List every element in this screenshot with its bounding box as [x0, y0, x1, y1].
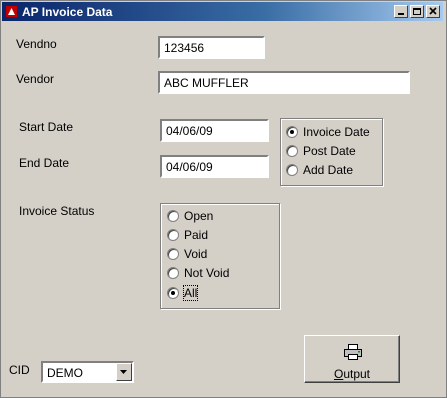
end-date-label: End Date: [19, 156, 70, 170]
output-button[interactable]: Output: [304, 335, 400, 383]
maximize-icon: [413, 8, 421, 15]
radio-button[interactable]: [286, 164, 298, 176]
cid-value: DEMO: [47, 366, 83, 380]
radio-status-paid[interactable]: Paid: [167, 227, 208, 243]
close-button[interactable]: [426, 5, 440, 18]
app-icon: [6, 6, 17, 17]
date-type-group: Invoice Date Post Date Add Date: [280, 118, 383, 186]
radio-button-selected[interactable]: [167, 287, 179, 299]
minimize-button[interactable]: [394, 5, 408, 18]
radio-status-paid-label: Paid: [184, 228, 209, 242]
dropdown-arrow-icon: [120, 370, 127, 374]
radio-button[interactable]: [167, 210, 179, 222]
vendor-field[interactable]: ABC MUFFLER: [158, 71, 410, 94]
maximize-button[interactable]: [410, 5, 424, 18]
end-date-field[interactable]: 04/06/09: [160, 155, 269, 178]
vendor-label: Vendor: [16, 72, 55, 86]
cid-label: CID: [9, 363, 30, 377]
radio-status-all-label: All: [182, 285, 199, 301]
invoice-status-group: Open Paid Void Not Void All: [160, 203, 280, 309]
start-date-label: Start Date: [19, 120, 74, 134]
ap-invoice-data-window: AP Invoice Data Vendno 123456 Vendor ABC…: [0, 0, 447, 398]
radio-status-open[interactable]: Open: [167, 208, 213, 224]
radio-button[interactable]: [167, 267, 179, 279]
radio-status-not-void-label: Not Void: [184, 266, 230, 280]
radio-add-date-label: Add Date: [303, 163, 354, 177]
radio-button[interactable]: [167, 229, 179, 241]
output-button-label: Output: [333, 367, 371, 381]
minimize-icon: [398, 13, 404, 15]
window-title: AP Invoice Data: [22, 5, 113, 19]
radio-button-selected[interactable]: [286, 126, 298, 138]
radio-status-void[interactable]: Void: [167, 246, 207, 262]
printer-icon: [344, 344, 362, 360]
radio-button[interactable]: [286, 145, 298, 157]
radio-status-not-void[interactable]: Not Void: [167, 265, 229, 281]
radio-invoice-date[interactable]: Invoice Date: [286, 124, 370, 140]
cid-dropdown[interactable]: DEMO: [41, 361, 134, 383]
radio-add-date[interactable]: Add Date: [286, 162, 353, 178]
radio-post-date-label: Post Date: [303, 144, 356, 158]
vendno-field[interactable]: 123456: [158, 36, 265, 59]
close-icon: [429, 7, 437, 15]
invoice-status-label: Invoice Status: [19, 204, 95, 218]
radio-status-void-label: Void: [184, 247, 208, 261]
radio-post-date[interactable]: Post Date: [286, 143, 356, 159]
radio-status-all[interactable]: All: [167, 285, 199, 301]
vendno-label: Vendno: [16, 37, 57, 51]
start-date-field[interactable]: 04/06/09: [160, 119, 269, 142]
radio-button[interactable]: [167, 248, 179, 260]
title-bar[interactable]: AP Invoice Data: [2, 2, 443, 21]
dropdown-button[interactable]: [116, 363, 132, 381]
radio-invoice-date-label: Invoice Date: [303, 125, 370, 139]
radio-status-open-label: Open: [184, 209, 214, 223]
